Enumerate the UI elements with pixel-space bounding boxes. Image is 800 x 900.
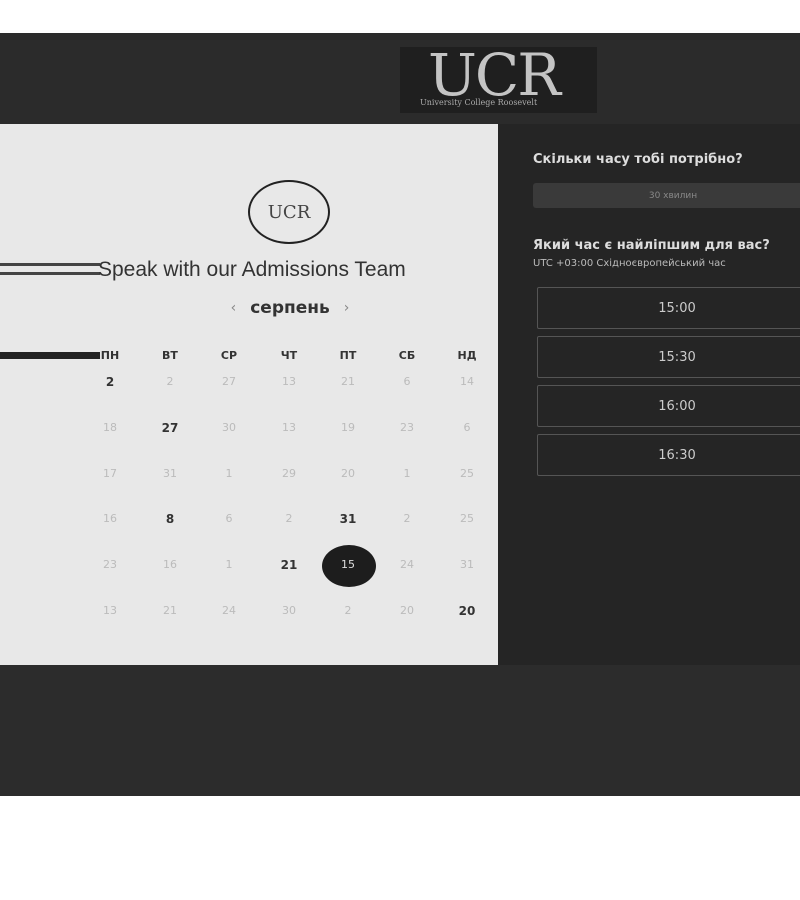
calendar-day: 31 — [163, 467, 177, 480]
ucr-badge: UCR — [248, 180, 330, 244]
calendar-day: 24 — [222, 604, 236, 617]
ucr-logo[interactable]: UCR University College Roosevelt — [400, 41, 597, 113]
time-slot-button[interactable]: 16:30 — [537, 434, 800, 476]
page-title: Speak with our Admissions Team — [98, 258, 406, 281]
calendar-day: 18 — [103, 421, 117, 434]
calendar-day: 6 — [225, 512, 233, 525]
calendar-day[interactable]: 2 — [85, 375, 135, 389]
calendar-day: 30 — [282, 604, 296, 617]
calendar-day: 20 — [400, 604, 414, 617]
calendar-day: 14 — [460, 375, 474, 388]
calendar-day: 20 — [341, 467, 355, 480]
timezone-label[interactable]: UTC +03:00 Східноєвропейський час — [533, 258, 726, 269]
calendar-day: 13 — [282, 421, 296, 434]
calendar-day[interactable]: 20 — [442, 604, 492, 618]
weekday-header: СР — [220, 349, 238, 362]
calendar-day: 27 — [222, 375, 236, 388]
weekday-header: ВТ — [162, 349, 178, 362]
calendar-day: 29 — [282, 467, 296, 480]
calendar-day: 24 — [400, 558, 414, 571]
calendar-day: 25 — [460, 512, 474, 525]
calendar-day[interactable]: 27 — [145, 421, 195, 435]
decorative-lines — [0, 263, 100, 275]
calendar-day: 30 — [222, 421, 236, 434]
calendar-day: 13 — [282, 375, 296, 388]
badge-text: UCR — [267, 201, 311, 223]
calendar-day: 1 — [403, 467, 411, 480]
calendar-day: 31 — [460, 558, 474, 571]
calendar-day: 2 — [166, 375, 174, 388]
weekday-header: ПТ — [339, 349, 357, 362]
time-question: Який час є найліпшим для вас? — [533, 238, 770, 253]
logo-subtitle: University College Roosevelt — [420, 98, 538, 107]
month-label: серпень — [250, 298, 330, 318]
weekday-header: ПН — [100, 349, 120, 362]
calendar-day[interactable]: 21 — [264, 558, 314, 572]
calendar-day-selected[interactable]: 15 — [323, 558, 373, 571]
calendar-day: 1 — [225, 467, 233, 480]
chevron-left-icon[interactable]: ‹ — [231, 300, 237, 316]
calendar-day: 2 — [285, 512, 293, 525]
time-slot-button[interactable]: 15:30 — [537, 336, 800, 378]
weekday-header: ЧТ — [280, 349, 298, 362]
calendar-day: 13 — [103, 604, 117, 617]
calendar-day: 21 — [163, 604, 177, 617]
calendar-day[interactable]: 31 — [323, 512, 373, 526]
weekday-header: НД — [457, 349, 477, 362]
duration-question: Скільки часу тобі потрібно? — [533, 152, 743, 167]
calendar-day: 2 — [344, 604, 352, 617]
chevron-right-icon[interactable]: › — [344, 300, 350, 316]
time-slot-button[interactable]: 16:00 — [537, 385, 800, 427]
calendar-day: 6 — [463, 421, 471, 434]
calendar-day: 23 — [103, 558, 117, 571]
calendar-day: 21 — [341, 375, 355, 388]
time-slot-button[interactable]: 15:00 — [537, 287, 800, 329]
footer-bar — [0, 665, 800, 796]
calendar-day: 16 — [163, 558, 177, 571]
calendar-day: 16 — [103, 512, 117, 525]
calendar-day: 1 — [225, 558, 233, 571]
calendar-day: 17 — [103, 467, 117, 480]
calendar-day: 19 — [341, 421, 355, 434]
weekday-header: СБ — [398, 349, 416, 362]
calendar-day: 6 — [403, 375, 411, 388]
calendar-day: 2 — [403, 512, 411, 525]
calendar-day[interactable]: 8 — [145, 512, 195, 526]
calendar-day: 25 — [460, 467, 474, 480]
calendar-day: 23 — [400, 421, 414, 434]
month-nav: ‹ серпень › — [200, 298, 380, 318]
duration-select[interactable]: 30 хвилин — [533, 183, 800, 208]
